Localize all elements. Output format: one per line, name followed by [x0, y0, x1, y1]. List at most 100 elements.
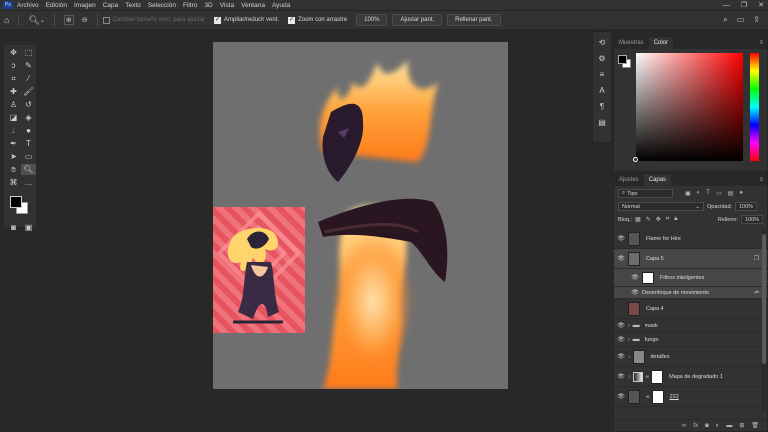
libraries-icon[interactable]: ▤ [598, 118, 606, 127]
tab-ajustes[interactable]: Ajustes [614, 174, 644, 186]
menu-3d[interactable]: 3D [204, 2, 212, 9]
chevron-down-icon[interactable]: ⌄ [40, 17, 45, 24]
healing-brush-icon[interactable]: ✚ [6, 86, 21, 97]
filter-toggle-icon[interactable]: ● [739, 190, 743, 197]
filter-kind-select[interactable]: ⌕ Tipo [618, 189, 673, 198]
scrubby-zoom-checkbox[interactable]: ✓ Zoom con arrastre [288, 16, 347, 24]
blend-mode-select[interactable]: Normal ⌄ [618, 202, 704, 211]
filter-pixel-icon[interactable]: ▣ [685, 190, 691, 197]
new-layer-icon[interactable]: ⊞ [739, 422, 744, 429]
type-tool-icon[interactable]: T [21, 138, 36, 149]
opacity-input[interactable]: 100% [735, 202, 758, 211]
tab-color[interactable]: Color [648, 37, 674, 49]
group-row[interactable]: 👁︎ › ▬ fuego [614, 333, 767, 347]
tab-muestras[interactable]: Muestras [614, 37, 649, 49]
quick-select-tool-icon[interactable]: ✎ [21, 60, 36, 71]
filter-options-icon[interactable]: ⇌ [754, 289, 759, 296]
zoom-100-button[interactable]: 100% [356, 14, 388, 26]
screen-mode-icon[interactable]: ▣ [21, 222, 36, 233]
app-logo[interactable]: Ps [3, 1, 13, 9]
quick-mask-icon[interactable]: ◙ [6, 222, 21, 233]
color-swatches[interactable] [4, 194, 36, 218]
stamp-tool-icon[interactable]: ♙ [6, 99, 21, 110]
menu-archivo[interactable]: Archivo [17, 2, 39, 9]
history-icon[interactable]: ⟲ [599, 38, 606, 47]
visibility-eye-icon[interactable]: 👁︎ [614, 235, 628, 242]
delete-layer-icon[interactable]: 🗑︎ [751, 422, 759, 429]
fill-screen-button[interactable]: Rellenar pant. [447, 14, 501, 26]
visibility-eye-icon[interactable]: 👁︎ [628, 289, 642, 296]
eraser-tool-icon[interactable]: ◪ [6, 112, 21, 123]
visibility-eye-icon[interactable]: 👁︎ [614, 255, 628, 262]
fx-icon[interactable]: fx [693, 423, 698, 429]
foreground-swatch[interactable] [10, 196, 22, 208]
filter-row[interactable]: 👁︎ Desenfoque de movimiento ⇌ [614, 287, 767, 299]
marquee-tool-icon[interactable]: ⬚ [21, 47, 36, 58]
menu-ventana[interactable]: Ventana [241, 2, 265, 9]
adjust-icon[interactable]: ⚙ [598, 54, 605, 63]
lock-position-icon[interactable]: ✥ [656, 216, 661, 223]
search-icon[interactable]: ⌕ [723, 15, 727, 25]
chevron-right-icon[interactable]: › [628, 323, 630, 329]
minimize-button[interactable]: — [723, 2, 730, 9]
shape-tool-icon[interactable]: ▭ [21, 151, 36, 162]
color-picker-handle[interactable] [633, 157, 638, 162]
visibility-eye-icon[interactable]: 👁︎ [628, 274, 642, 281]
visibility-eye-icon[interactable]: 👁︎ [614, 353, 628, 360]
layers-scrollbar[interactable] [762, 230, 766, 410]
panel-menu-icon[interactable]: ≡ [755, 37, 767, 49]
visibility-eye-icon[interactable]: 👁︎ [614, 393, 628, 400]
smart-filters-row[interactable]: 👁︎ Filtros inteligentes [614, 269, 767, 287]
add-mask-icon[interactable]: ◙ [705, 423, 709, 429]
zoom-tool-icon[interactable]: 🔍︎ [28, 15, 39, 26]
layer-row[interactable]: 👁︎ ∞ 222 [614, 387, 767, 407]
menu-edicion[interactable]: Edición [46, 2, 67, 9]
paragraph-icon[interactable]: ¶ [600, 102, 604, 111]
chevron-right-icon[interactable]: › [628, 337, 630, 343]
menu-vista[interactable]: Vista [220, 2, 234, 9]
layers-menu-icon[interactable]: ≡ [755, 174, 767, 186]
tab-capas[interactable]: Capas [643, 174, 672, 186]
lock-transparent-icon[interactable]: ▦ [635, 216, 641, 223]
zoom-out-icon[interactable]: ⊖ [82, 16, 88, 24]
filter-shape-icon[interactable]: ▭ [716, 190, 722, 197]
zoom-tool-active-icon[interactable]: 🔍︎ [21, 164, 36, 175]
home-icon[interactable]: ⌂ [4, 15, 9, 25]
close-button[interactable]: ✕ [758, 1, 764, 9]
move-tool-icon[interactable]: ✥ [6, 47, 21, 58]
properties-icon[interactable]: ≡ [600, 70, 605, 79]
lasso-tool-icon[interactable]: ↄ [6, 60, 21, 71]
menu-capa[interactable]: Capa [103, 2, 119, 9]
visibility-eye-icon[interactable]: 👁︎ [614, 336, 628, 343]
document-canvas[interactable] [213, 42, 508, 389]
adjustment-layer-icon[interactable]: ◐ [716, 423, 720, 429]
history-brush-icon[interactable]: ↺ [21, 99, 36, 110]
resize-windows-checkbox[interactable]: Cambiar tamaño vent. para ajustar [102, 16, 205, 24]
fit-screen-button[interactable]: Ajustar pant. [392, 14, 443, 26]
filter-type-icon[interactable]: T [706, 190, 710, 197]
filter-adjust-icon[interactable]: ◐ [697, 190, 701, 197]
color-field[interactable] [636, 53, 743, 161]
pen-tool-icon[interactable]: ✒ [6, 138, 21, 149]
hand-tool-icon[interactable]: ✋︎ [6, 164, 21, 175]
layer-row[interactable]: 👁︎ Capa 5 ❐ [614, 249, 767, 269]
menu-filtro[interactable]: Filtro [183, 2, 197, 9]
more-tools-icon[interactable]: … [21, 177, 36, 188]
group-row[interactable]: 👁︎ › ▬ mask [614, 319, 767, 333]
dodge-tool-icon[interactable]: ● [21, 125, 36, 136]
zoom-in-icon[interactable]: ⊕ [63, 15, 74, 25]
layer-row[interactable]: Capa 4 [614, 299, 767, 319]
reference-thumbnail[interactable] [213, 207, 305, 333]
blur-tool-icon[interactable]: 💧︎ [6, 125, 21, 136]
filter-smart-icon[interactable]: ▤ [728, 190, 734, 197]
link-layers-icon[interactable]: ∞ [682, 423, 686, 429]
edit-toolbar-icon[interactable]: ⌘ [6, 177, 21, 188]
path-select-icon[interactable]: ➤ [6, 151, 21, 162]
hue-slider[interactable] [750, 53, 759, 161]
fill-input[interactable]: 100% [741, 215, 763, 224]
menu-imagen[interactable]: Imagen [74, 2, 96, 9]
color-fg-swatch[interactable] [618, 55, 627, 64]
layer-row[interactable]: 👁︎ Flame for Hire [614, 229, 767, 249]
lock-all-icon[interactable]: 🔒︎ [674, 216, 677, 223]
lock-image-icon[interactable]: ✎ [646, 216, 651, 223]
